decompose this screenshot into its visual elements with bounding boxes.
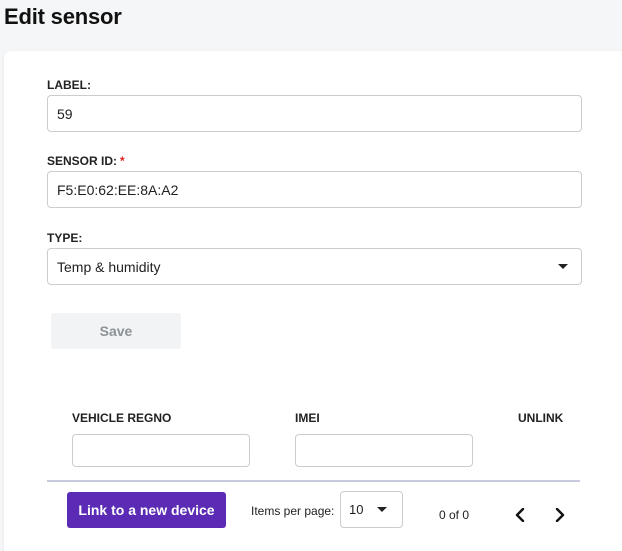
page-title: Edit sensor (4, 4, 122, 29)
chevron-down-icon (558, 264, 568, 269)
previous-page-button[interactable] (509, 503, 531, 527)
column-header-vehicle-regno: VEHICLE REGNO (72, 411, 172, 425)
chevron-right-icon (555, 508, 565, 522)
vehicle-regno-filter-input[interactable] (72, 434, 250, 467)
label-input[interactable] (47, 95, 582, 132)
type-select[interactable]: Temp & humidity (47, 248, 582, 285)
imei-filter-input[interactable] (295, 434, 473, 467)
pagination-range: 0 of 0 (439, 508, 470, 522)
column-header-imei: IMEI (295, 411, 320, 425)
link-new-device-button[interactable]: Link to a new device (67, 492, 226, 528)
type-select-value: Temp & humidity (57, 258, 161, 275)
label-field-label: LABEL: (47, 78, 91, 92)
items-per-page-value: 10 (349, 502, 364, 517)
sensor-id-input[interactable] (47, 171, 582, 208)
chevron-left-icon (515, 508, 525, 522)
type-field-label: TYPE: (47, 231, 83, 245)
save-button[interactable]: Save (51, 313, 181, 349)
items-per-page-label: Items per page: (251, 504, 335, 518)
next-page-button[interactable] (549, 503, 571, 527)
edit-sensor-card: LABEL: SENSOR ID:* TYPE: Temp & humidity… (4, 51, 622, 551)
sensor-id-field-label: SENSOR ID: * (47, 154, 125, 168)
chevron-down-icon (377, 507, 387, 512)
table-divider (47, 480, 580, 482)
required-marker: * (120, 154, 125, 168)
items-per-page-select[interactable]: 10 (340, 491, 403, 528)
sensor-id-label-text: SENSOR ID: (47, 154, 118, 168)
column-header-unlink: UNLINK (518, 411, 564, 425)
